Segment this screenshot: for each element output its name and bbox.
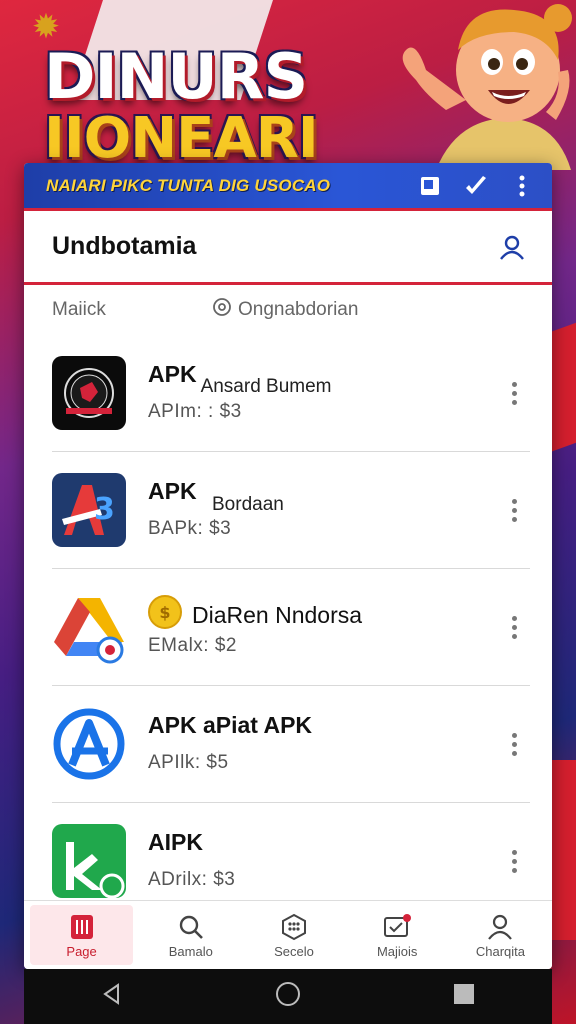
list-item[interactable]: APK Ansard Bumem APIm: : $3: [52, 335, 530, 452]
coin-icon: $: [148, 595, 182, 635]
more-vertical-icon[interactable]: [502, 724, 526, 764]
nav-item-grid[interactable]: Secelo: [242, 901, 345, 969]
system-nav-bar: [24, 969, 552, 1024]
item-price: EMalx: $2: [148, 635, 237, 656]
recents-icon[interactable]: [452, 982, 476, 1011]
app-list: APK Ansard Bumem APIm: : $3 3 APK Bordaan…: [24, 335, 552, 919]
list-item[interactable]: $ DiaRen Nndorsa EMalx: $2: [52, 569, 530, 686]
filter-left-label[interactable]: Maiick: [52, 299, 212, 321]
filter-right[interactable]: Ongnabdorian: [212, 297, 358, 323]
page-title: Undbotamia: [52, 232, 197, 260]
nav-label: Page: [66, 943, 97, 959]
square-icon[interactable]: [410, 166, 450, 206]
list-item[interactable]: 3 APK Bordaan BAPk: $3: [52, 452, 530, 569]
item-price: APIlk: $5: [148, 752, 229, 773]
app-badge-icon: [52, 356, 126, 430]
nav-item-page[interactable]: Page: [30, 905, 134, 965]
app-window: NAIARI PIKC TUNTA DIG USOCAO Undbotamia …: [24, 163, 552, 969]
page-icon: [68, 912, 96, 942]
list-item[interactable]: APK aPiat APK APIlk: $5: [52, 686, 530, 803]
filter-row: Maiick Ongnabdorian: [24, 285, 552, 335]
banner-title-line1: DINURS: [44, 40, 308, 113]
drive-logo-icon: [52, 590, 126, 664]
item-name: AIPK: [148, 829, 203, 855]
grid-icon: [280, 912, 308, 942]
nav-item-messages[interactable]: Majiois: [346, 901, 449, 969]
topbar-text: NAIARI PIKC TUNTA DIG USOCAO: [46, 175, 331, 195]
more-vertical-icon[interactable]: [502, 841, 526, 881]
back-icon[interactable]: [100, 982, 124, 1011]
svg-text:$: $: [159, 603, 170, 622]
item-name: DiaRen Nndorsa: [192, 601, 363, 628]
user-icon[interactable]: [496, 231, 528, 263]
bottom-nav: Page Bamalo Secelo Majiois Charqita: [24, 900, 552, 969]
item-price: ADrilx: $3: [148, 869, 236, 890]
item-price: APIm: : $3: [148, 401, 242, 422]
page-header: Undbotamia: [24, 211, 552, 285]
more-vertical-icon[interactable]: [502, 373, 526, 413]
profile-icon: [486, 912, 514, 942]
nav-item-profile[interactable]: Charqita: [449, 901, 552, 969]
more-vertical-icon[interactable]: [502, 166, 542, 206]
nav-label: Bamalo: [168, 943, 213, 959]
home-icon[interactable]: [275, 981, 301, 1012]
pen-icon[interactable]: [456, 166, 496, 206]
item-price: BAPk: $3: [148, 518, 232, 539]
filter-right-label: Ongnabdorian: [238, 299, 359, 320]
nav-label: Charqita: [475, 943, 525, 959]
item-name: APK: [148, 478, 197, 504]
svg-text:3: 3: [94, 492, 115, 527]
item-name: APK aPiat APK: [148, 712, 313, 738]
nav-item-search[interactable]: Bamalo: [139, 901, 242, 969]
mascot-illustration: [402, 4, 572, 170]
appstore-logo-icon: [52, 707, 126, 781]
item-name: APK: [148, 361, 197, 387]
item-desc: Ansard Bumem: [200, 376, 332, 397]
top-bar: NAIARI PIKC TUNTA DIG USOCAO: [24, 163, 552, 211]
search-icon: [177, 912, 205, 942]
message-icon: [382, 912, 412, 942]
banner-title-line2: IIONEARI: [44, 106, 319, 171]
more-vertical-icon[interactable]: [502, 490, 526, 530]
item-desc: Bordaan: [212, 494, 284, 515]
circle-settings-icon: [212, 297, 232, 323]
nav-label: Secelo: [274, 943, 314, 959]
a3-logo-icon: 3: [52, 473, 126, 547]
nav-label: Majiois: [376, 943, 418, 959]
more-vertical-icon[interactable]: [502, 607, 526, 647]
green-app-icon: [52, 824, 126, 898]
